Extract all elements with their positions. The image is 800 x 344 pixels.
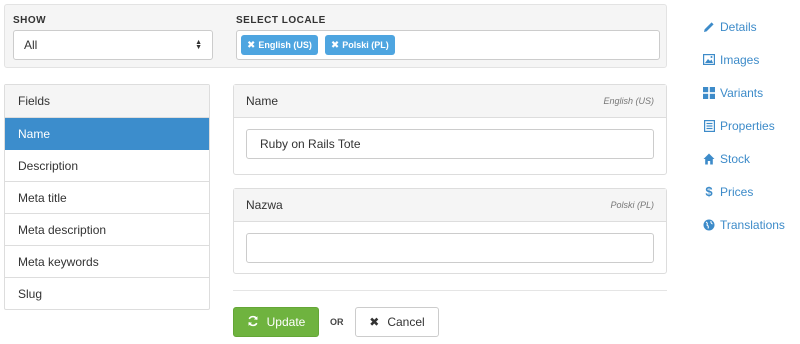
name-pl-input[interactable] <box>246 233 654 263</box>
translation-field-title: Nazwa <box>246 198 283 212</box>
translation-locale-label: English (US) <box>603 96 654 106</box>
cancel-button-label: Cancel <box>387 315 425 329</box>
close-icon: ✖ <box>369 315 380 329</box>
cancel-button[interactable]: ✖ Cancel <box>355 307 439 337</box>
select-locale-label: SELECT LOCALE <box>236 15 326 26</box>
sidebar-item-label: Translations <box>720 217 785 232</box>
show-label: SHOW <box>13 15 47 26</box>
form-divider <box>233 290 667 291</box>
filter-panel: SHOW All ▲ ▼ SELECT LOCALE ✖ English (US)… <box>4 4 667 68</box>
sidebar-item-prices[interactable]: $ Prices <box>703 175 800 208</box>
translation-panel-pl: Nazwa Polski (PL) <box>233 188 667 274</box>
or-separator: OR <box>330 317 344 327</box>
show-select[interactable]: All ▲ ▼ <box>13 30 213 60</box>
translation-locale-label: Polski (PL) <box>610 200 654 210</box>
field-item-meta-keywords[interactable]: Meta keywords <box>5 246 209 278</box>
translation-panel-en: Name English (US) Ruby on Rails Tote <box>233 84 667 175</box>
name-en-input[interactable]: Ruby on Rails Tote <box>246 129 654 159</box>
field-item-slug[interactable]: Slug <box>5 278 209 309</box>
sidebar-item-label: Stock <box>720 151 751 166</box>
sidebar-item-details[interactable]: Details <box>703 10 800 43</box>
globe-icon <box>703 219 715 231</box>
translation-panel-header: Name English (US) <box>234 85 666 118</box>
sidebar-item-images[interactable]: Images <box>703 43 800 76</box>
image-icon <box>703 54 715 66</box>
sidebar-item-label: Details <box>720 19 757 34</box>
sidebar-item-stock[interactable]: Stock <box>703 142 800 175</box>
dollar-icon: $ <box>705 184 713 199</box>
update-button-label: Update <box>266 315 306 329</box>
locale-chip-pl[interactable]: ✖ Polski (PL) <box>324 35 395 55</box>
fields-list: Fields Name Description Meta title Meta … <box>4 84 210 310</box>
refresh-icon <box>247 315 259 330</box>
product-sidebar-nav: Details Images Variants Properties Stock… <box>700 10 800 241</box>
remove-icon[interactable]: ✖ <box>247 40 255 51</box>
home-icon <box>703 153 715 165</box>
sidebar-item-label: Properties <box>720 118 775 133</box>
field-item-meta-title[interactable]: Meta title <box>5 182 209 214</box>
fields-header: Fields <box>5 85 209 118</box>
locale-chip-label: Polski (PL) <box>342 40 389 50</box>
list-icon <box>703 119 715 132</box>
grid-icon <box>703 86 715 99</box>
sidebar-item-label: Images <box>720 52 760 67</box>
translation-field-title: Name <box>246 94 279 108</box>
locale-chip-label: English (US) <box>258 40 312 50</box>
translation-panel-body <box>234 222 666 275</box>
select-arrows-icon: ▲ ▼ <box>195 39 202 51</box>
translation-panel-body: Ruby on Rails Tote <box>234 118 666 171</box>
sidebar-item-variants[interactable]: Variants <box>703 76 800 109</box>
pencil-icon <box>703 21 715 33</box>
remove-icon[interactable]: ✖ <box>331 40 339 51</box>
show-select-value: All <box>24 38 38 52</box>
field-item-description[interactable]: Description <box>5 150 209 182</box>
update-button[interactable]: Update <box>233 307 319 337</box>
field-item-name[interactable]: Name <box>5 118 209 150</box>
sidebar-item-label: Variants <box>720 85 764 100</box>
sidebar-item-label: Prices <box>720 184 754 199</box>
locale-multiselect[interactable]: ✖ English (US) ✖ Polski (PL) <box>236 30 660 60</box>
locale-chip-en-us[interactable]: ✖ English (US) <box>241 35 318 55</box>
translation-panel-header: Nazwa Polski (PL) <box>234 189 666 222</box>
field-item-meta-description[interactable]: Meta description <box>5 214 209 246</box>
sidebar-item-translations[interactable]: Translations <box>703 208 800 241</box>
sidebar-item-properties[interactable]: Properties <box>703 109 800 142</box>
